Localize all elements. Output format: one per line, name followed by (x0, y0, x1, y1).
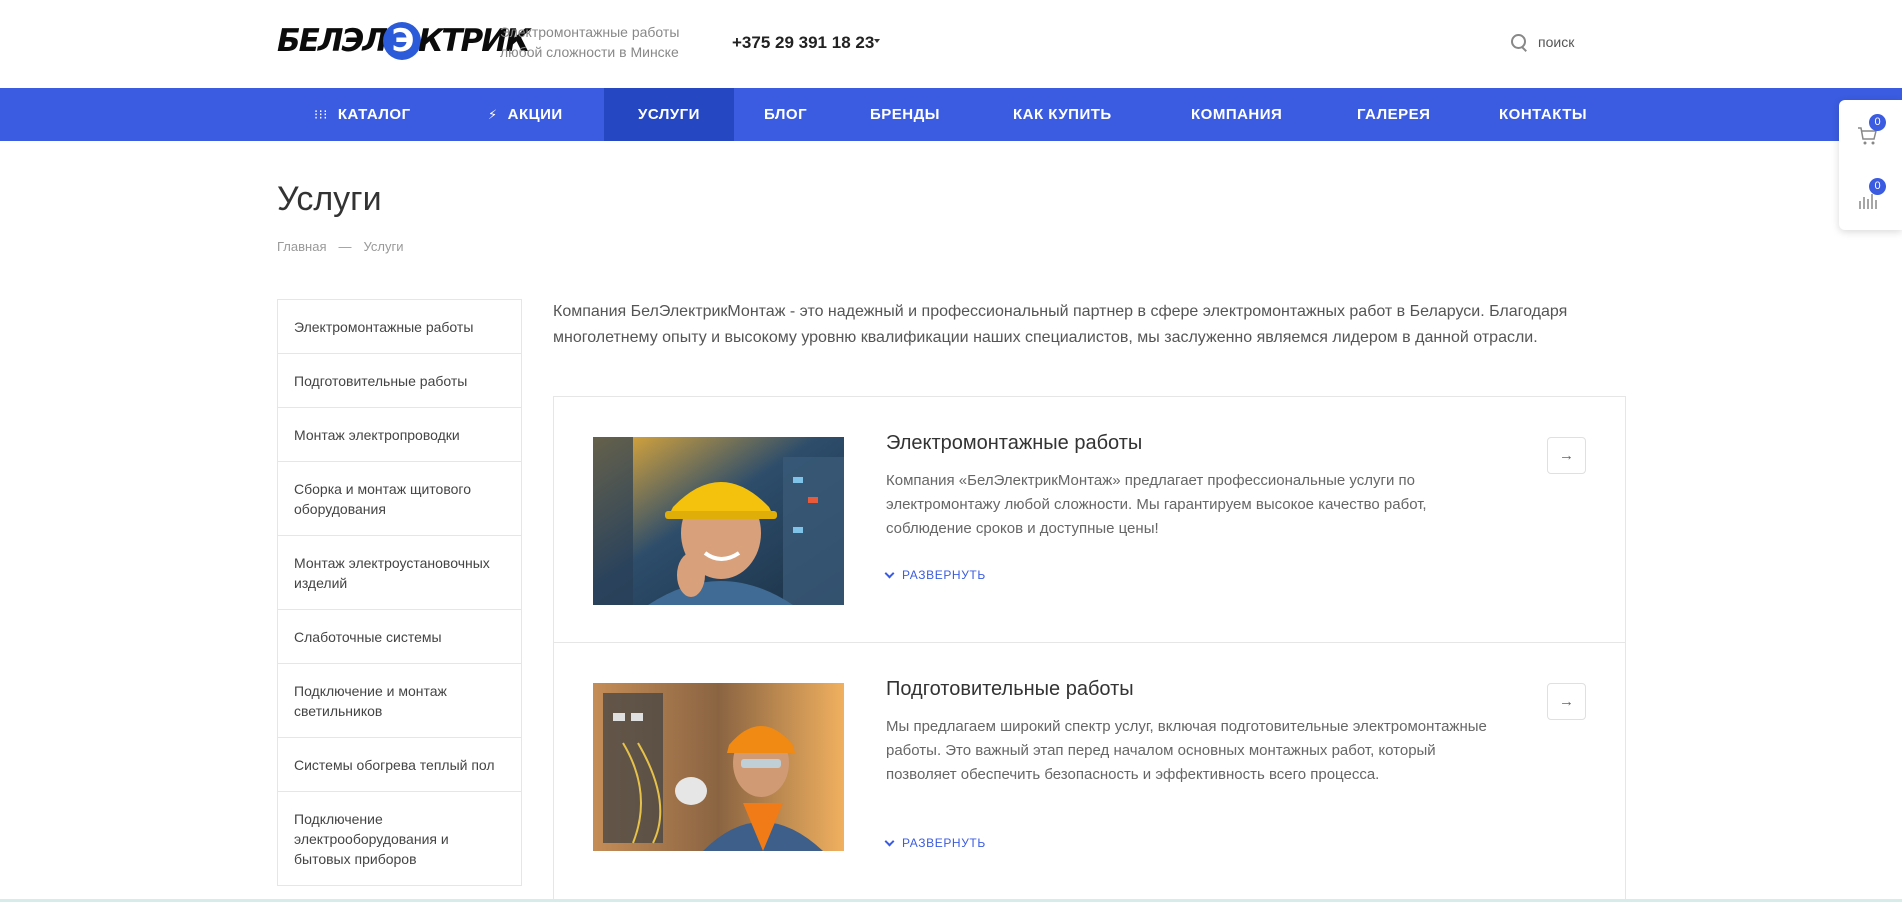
nav-company[interactable]: КОМПАНИЯ (1191, 88, 1282, 141)
service-card-title[interactable]: Электромонтажные работы (886, 432, 1142, 455)
breadcrumb-separator: — (338, 239, 352, 254)
cart-button[interactable]: 0 (1857, 114, 1886, 150)
expand-button[interactable]: РАЗВЕРНУТЬ (884, 836, 986, 850)
sidebar-item-wiring[interactable]: Монтаж электропроводки (278, 408, 521, 462)
nav-catalog[interactable]: ⁝⁝⁝ КАТАЛОГ (310, 88, 445, 141)
logo-mark: Э (383, 22, 422, 60)
page-title: Услуги (277, 180, 382, 218)
expand-button[interactable]: РАЗВЕРНУТЬ (884, 568, 986, 582)
sidebar-item-appliances[interactable]: Подключение электрооборудования и бытовы… (278, 792, 521, 886)
sidebar-item-switchboard[interactable]: Сборка и монтаж щитового оборудования (278, 462, 521, 536)
open-service-button[interactable]: → (1547, 437, 1586, 474)
site-logo[interactable]: БЕЛЭЛ Э КТРИК (277, 22, 531, 60)
breadcrumb-home-link[interactable]: Главная (277, 239, 326, 254)
nav-how-to-buy[interactable]: КАК КУПИТЬ (1013, 88, 1112, 141)
service-image-preparatory[interactable] (593, 683, 844, 851)
compare-button[interactable]: 0 (1857, 178, 1886, 214)
main-nav: ⁝⁝⁝ КАТАЛОГ ⚡ АКЦИИ УСЛУГИ БЛОГ БРЕНДЫ К… (0, 88, 1902, 141)
sidebar-item-wiring-devices[interactable]: Монтаж электроустановочных изделий (278, 536, 521, 610)
electrician-photo-image (593, 683, 844, 851)
sidebar-item-floor-heating[interactable]: Системы обогрева теплый пол (278, 738, 521, 792)
sidebar-item-lighting[interactable]: Подключение и монтаж светильников (278, 664, 521, 738)
search-icon (1510, 33, 1528, 51)
nav-promotions[interactable]: ⚡ АКЦИИ (488, 88, 598, 141)
compare-count-badge: 0 (1869, 178, 1886, 195)
site-header: БЕЛЭЛ Э КТРИК Электромонтажные работы любо… (0, 0, 1902, 88)
service-card: Электромонтажные работы Компания «БелЭле… (553, 396, 1626, 643)
service-image-electrician[interactable] (593, 437, 844, 605)
service-card-description: Компания «БелЭлектрикМонтаж» предлагает … (886, 472, 1427, 537)
phone-dropdown-caret-icon[interactable] (874, 39, 880, 43)
open-service-button[interactable]: → (1547, 683, 1586, 720)
arrow-right-icon: → (1559, 447, 1574, 464)
breadcrumb: Главная — Услуги (277, 239, 403, 254)
sidebar-item-electrical-installation[interactable]: Электромонтажные работы (278, 300, 521, 354)
search-button[interactable]: поиск (1510, 33, 1574, 51)
chevron-down-icon (884, 568, 895, 578)
nav-brands[interactable]: БРЕНДЫ (870, 88, 940, 141)
sidebar-item-low-current[interactable]: Слаботочные системы (278, 610, 521, 664)
services-sidebar: Электромонтажные работы Подготовительные… (277, 299, 522, 886)
nav-gallery[interactable]: ГАЛЕРЕЯ (1357, 88, 1430, 141)
floating-actions-panel: 0 0 (1839, 100, 1902, 230)
breadcrumb-current: Услуги (363, 239, 404, 254)
service-card-description: Мы предлагаем широкий спектр услуг, вклю… (886, 718, 1487, 783)
grid-icon: ⁝⁝⁝ (314, 106, 328, 122)
service-card-title[interactable]: Подготовительные работы (886, 678, 1134, 701)
sidebar-item-preparatory-work[interactable]: Подготовительные работы (278, 354, 521, 408)
cart-count-badge: 0 (1869, 114, 1886, 131)
arrow-right-icon: → (1559, 693, 1574, 710)
service-card: Подготовительные работы Мы предлагаем ши… (553, 642, 1626, 902)
nav-blog[interactable]: БЛОГ (764, 88, 807, 141)
search-label: поиск (1538, 34, 1575, 50)
phone-number[interactable]: +375 29 391 18 23 (732, 33, 874, 53)
site-tagline: Электромонтажные работы любой сложности … (500, 24, 680, 60)
electrician-photo-image (593, 437, 844, 605)
bolt-icon: ⚡ (488, 106, 498, 122)
nav-services[interactable]: УСЛУГИ (604, 88, 734, 141)
nav-contacts[interactable]: КОНТАКТЫ (1499, 88, 1587, 141)
chevron-down-icon (884, 836, 895, 846)
intro-text: Компания БелЭлектрикМонтаж - это надежны… (553, 303, 1568, 346)
